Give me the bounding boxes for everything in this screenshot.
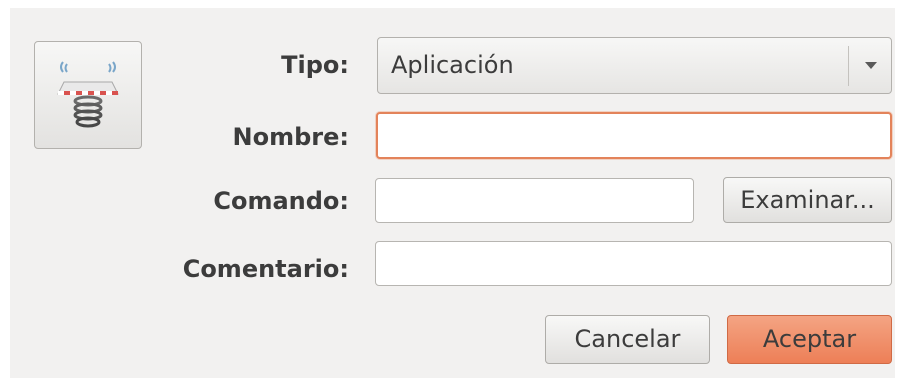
browse-button[interactable]: Examinar...	[723, 177, 892, 223]
type-label: Tipo:	[281, 51, 349, 79]
comment-label: Comentario:	[182, 255, 349, 283]
comment-input[interactable]	[375, 241, 892, 286]
launcher-icon-button[interactable]	[34, 41, 142, 149]
type-combobox-value: Aplicación	[391, 51, 514, 79]
command-input[interactable]	[375, 178, 694, 223]
command-label: Comando:	[213, 187, 349, 215]
cancel-button[interactable]: Cancelar	[545, 315, 710, 364]
name-label: Nombre:	[232, 123, 349, 151]
name-input[interactable]	[376, 112, 892, 159]
combobox-separator	[848, 46, 849, 86]
accept-button[interactable]: Aceptar	[727, 315, 892, 364]
type-combobox[interactable]: Aplicación	[377, 37, 892, 94]
spring-launcher-icon	[57, 61, 119, 128]
launcher-properties-dialog: Tipo: Aplicación Nombre: Comando: Examin…	[10, 8, 895, 378]
chevron-down-icon[interactable]	[865, 62, 877, 69]
